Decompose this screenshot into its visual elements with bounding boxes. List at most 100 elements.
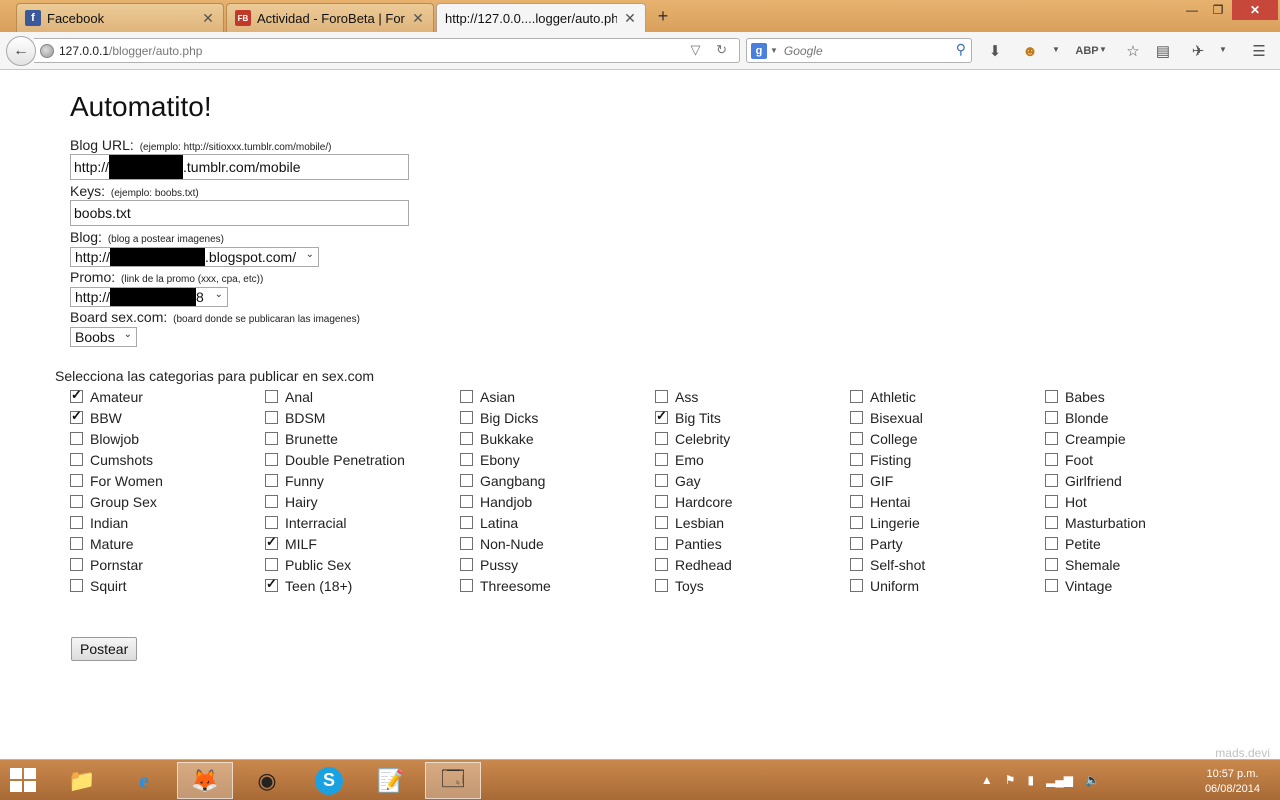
search-input[interactable] — [783, 43, 944, 58]
checkbox-unchecked-icon[interactable] — [460, 474, 473, 487]
checkbox-unchecked-icon[interactable] — [265, 411, 278, 424]
show-hidden-icons-icon[interactable]: ▲ — [981, 773, 993, 787]
category-checkbox[interactable]: Bukkake — [460, 428, 655, 449]
checkbox-unchecked-icon[interactable] — [1045, 495, 1058, 508]
category-checkbox[interactable]: Big Dicks — [460, 407, 655, 428]
checkbox-unchecked-icon[interactable] — [850, 579, 863, 592]
category-checkbox[interactable]: Vintage — [1045, 575, 1240, 596]
extension-icon[interactable]: ✈ — [1187, 41, 1209, 61]
category-checkbox[interactable]: Petite — [1045, 533, 1240, 554]
category-checkbox[interactable]: Threesome — [460, 575, 655, 596]
checkbox-unchecked-icon[interactable] — [850, 495, 863, 508]
checkbox-unchecked-icon[interactable] — [70, 537, 83, 550]
checkbox-unchecked-icon[interactable] — [850, 516, 863, 529]
category-checkbox[interactable]: For Women — [70, 470, 265, 491]
checkbox-unchecked-icon[interactable] — [1045, 537, 1058, 550]
category-checkbox[interactable]: Double Penetration — [265, 449, 460, 470]
category-checkbox[interactable]: Toys — [655, 575, 850, 596]
checkbox-unchecked-icon[interactable] — [70, 453, 83, 466]
category-checkbox[interactable]: Lesbian — [655, 512, 850, 533]
checkbox-unchecked-icon[interactable] — [265, 558, 278, 571]
category-checkbox[interactable]: Latina — [460, 512, 655, 533]
blog-url-input[interactable]: http:// .tumblr.com/mobile — [70, 154, 409, 180]
app-window-icon[interactable]: 🗔 — [425, 762, 481, 799]
checkbox-unchecked-icon[interactable] — [265, 390, 278, 403]
checkbox-unchecked-icon[interactable] — [460, 537, 473, 550]
download-icon[interactable]: ⬇ — [984, 41, 1006, 61]
system-clock[interactable]: 10:57 p.m. 06/08/2014 — [1205, 767, 1260, 797]
checkbox-unchecked-icon[interactable] — [265, 516, 278, 529]
category-checkbox[interactable]: Babes — [1045, 386, 1240, 407]
category-checkbox[interactable]: Cumshots — [70, 449, 265, 470]
category-checkbox[interactable]: Fisting — [850, 449, 1045, 470]
checkbox-unchecked-icon[interactable] — [655, 453, 668, 466]
file-explorer-icon[interactable]: 📁 — [54, 762, 110, 799]
checkbox-unchecked-icon[interactable] — [655, 390, 668, 403]
category-checkbox[interactable]: Shemale — [1045, 554, 1240, 575]
category-checkbox[interactable]: Group Sex — [70, 491, 265, 512]
category-checkbox[interactable]: Gangbang — [460, 470, 655, 491]
checkbox-unchecked-icon[interactable] — [655, 474, 668, 487]
category-checkbox[interactable]: Interracial — [265, 512, 460, 533]
skype-icon[interactable]: S — [301, 762, 357, 799]
checkbox-unchecked-icon[interactable] — [460, 453, 473, 466]
checkbox-unchecked-icon[interactable] — [1045, 390, 1058, 403]
chrome-icon[interactable]: ◉ — [239, 762, 295, 799]
search-bar[interactable]: g ▼ ⚲ — [746, 38, 972, 63]
category-checkbox[interactable]: Celebrity — [655, 428, 850, 449]
checkbox-unchecked-icon[interactable] — [1045, 432, 1058, 445]
checkbox-unchecked-icon[interactable] — [1045, 474, 1058, 487]
category-checkbox[interactable]: Public Sex — [265, 554, 460, 575]
checkbox-unchecked-icon[interactable] — [460, 432, 473, 445]
checkbox-unchecked-icon[interactable] — [655, 537, 668, 550]
checkbox-unchecked-icon[interactable] — [655, 432, 668, 445]
category-checkbox[interactable]: Panties — [655, 533, 850, 554]
menu-icon[interactable]: ☰ — [1248, 41, 1270, 61]
chevron-down-icon[interactable]: ▼ — [1219, 45, 1227, 54]
network-signal-icon[interactable]: ▂▄▆ — [1046, 773, 1073, 787]
checkbox-unchecked-icon[interactable] — [850, 537, 863, 550]
close-icon[interactable]: ✕ — [411, 10, 425, 27]
checkbox-checked-icon[interactable] — [655, 408, 668, 424]
board-select[interactable]: Boobs ⌄ — [70, 327, 137, 347]
checkbox-unchecked-icon[interactable] — [70, 495, 83, 508]
category-checkbox[interactable]: Teen (18+) — [265, 575, 460, 596]
category-checkbox[interactable]: Redhead — [655, 554, 850, 575]
checkbox-unchecked-icon[interactable] — [460, 411, 473, 424]
close-icon[interactable]: ✕ — [201, 10, 215, 27]
checkbox-unchecked-icon[interactable] — [655, 579, 668, 592]
adblock-icon[interactable]: ABP — [1075, 41, 1098, 61]
checkbox-unchecked-icon[interactable] — [1045, 516, 1058, 529]
windows-start-icon[interactable] — [10, 768, 38, 794]
checkbox-unchecked-icon[interactable] — [265, 453, 278, 466]
checkbox-unchecked-icon[interactable] — [70, 516, 83, 529]
addon-face-icon[interactable]: ☻ — [1019, 41, 1041, 61]
keys-input[interactable]: boobs.txt — [70, 200, 409, 226]
promo-select[interactable]: http:// 8 ⌄ — [70, 287, 228, 307]
category-checkbox[interactable]: Blowjob — [70, 428, 265, 449]
category-checkbox[interactable]: Girlfriend — [1045, 470, 1240, 491]
checkbox-checked-icon[interactable] — [70, 387, 83, 403]
checkbox-unchecked-icon[interactable] — [70, 432, 83, 445]
category-checkbox[interactable]: Athletic — [850, 386, 1045, 407]
checkbox-unchecked-icon[interactable] — [460, 579, 473, 592]
category-checkbox[interactable]: Creampie — [1045, 428, 1240, 449]
category-checkbox[interactable]: Pussy — [460, 554, 655, 575]
url-bar[interactable]: 127.0.0.1/blogger/auto.php ▽ ↻ — [34, 38, 740, 63]
internet-explorer-icon[interactable]: e — [116, 762, 172, 799]
category-checkbox[interactable]: Mature — [70, 533, 265, 554]
checkbox-unchecked-icon[interactable] — [1045, 579, 1058, 592]
category-checkbox[interactable]: Asian — [460, 386, 655, 407]
category-checkbox[interactable]: Gay — [655, 470, 850, 491]
category-checkbox[interactable]: Anal — [265, 386, 460, 407]
checkbox-unchecked-icon[interactable] — [850, 432, 863, 445]
checkbox-unchecked-icon[interactable] — [460, 558, 473, 571]
category-checkbox[interactable]: Uniform — [850, 575, 1045, 596]
notepad-icon[interactable]: 📝 — [363, 762, 419, 799]
category-checkbox[interactable]: Brunette — [265, 428, 460, 449]
checkbox-unchecked-icon[interactable] — [655, 516, 668, 529]
category-checkbox[interactable]: College — [850, 428, 1045, 449]
category-checkbox[interactable]: Hot — [1045, 491, 1240, 512]
checkbox-unchecked-icon[interactable] — [850, 390, 863, 403]
checkbox-unchecked-icon[interactable] — [70, 558, 83, 571]
